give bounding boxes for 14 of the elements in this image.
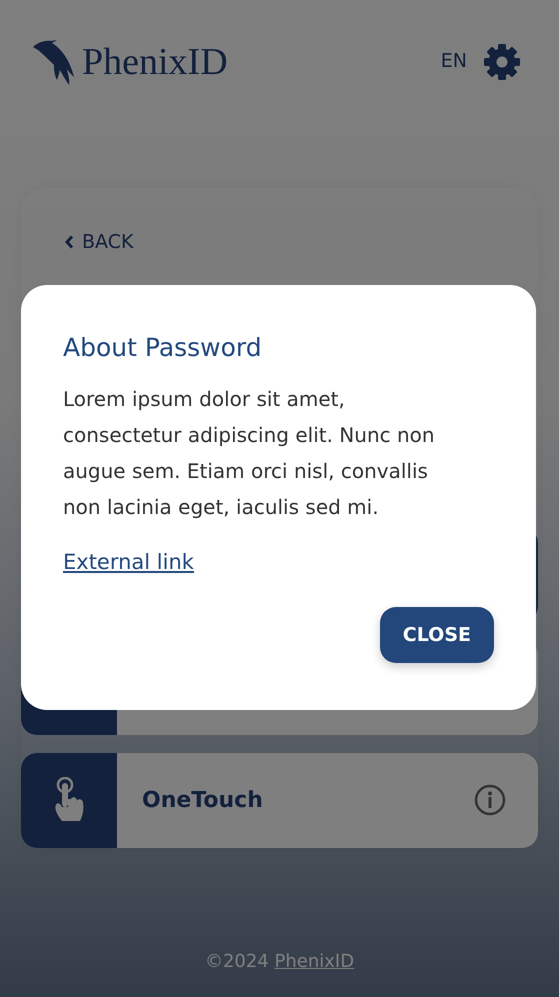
copyright-text: ©2024 [204,951,269,972]
close-button[interactable]: CLOSE [380,606,494,663]
method-row[interactable]: OneTouch [21,752,538,848]
back-link[interactable]: BACK [65,228,134,256]
footer-link[interactable]: PhenixID [274,951,354,972]
settings-icon[interactable] [483,42,521,80]
dialog-title: About Password [63,333,263,363]
info-icon[interactable] [474,784,506,816]
external-link[interactable]: External link [63,550,194,574]
dialog-text: Lorem ipsum dolor sit amet, consectetur adipiscing elit. Nunc non augue sem. Etiam orci nisl, convallis non lacinia eget, iaculis sed mi. [63,386,436,521]
hand-pointer-icon [54,777,84,823]
language-selector[interactable]: EN [440,47,467,76]
logo-text: PhenixID [82,42,228,80]
chevron-left-icon [65,235,74,250]
